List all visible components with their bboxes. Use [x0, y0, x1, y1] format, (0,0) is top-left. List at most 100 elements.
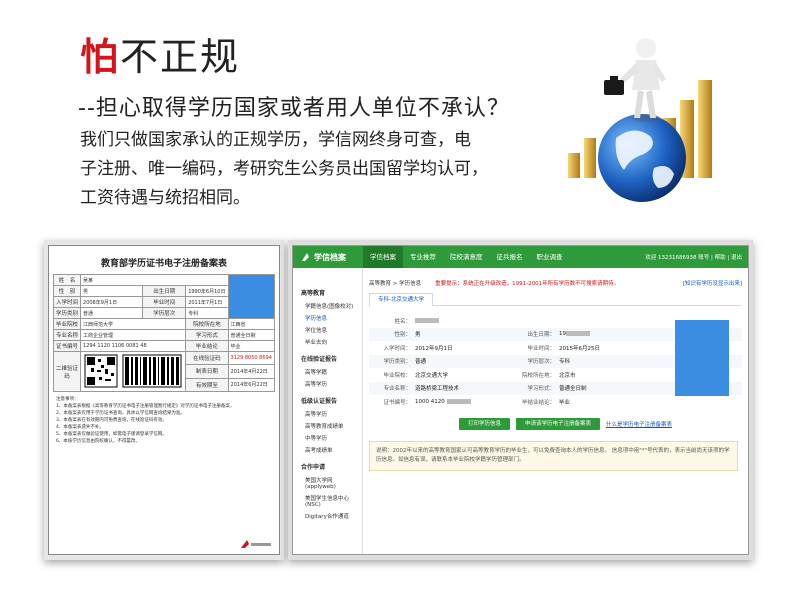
field-label: 入学时间： — [383, 345, 411, 352]
top-navbar: 学信档案 学信档案 专业推荐 院校满意度 征兵报名 职业调查 欢迎 132316… — [293, 246, 748, 268]
print-button[interactable]: 打印学历信息 — [459, 417, 511, 430]
cell-label: 入学时间 — [52, 296, 82, 308]
chsi-browser-window: 学信档案 学信档案 专业推荐 院校满意度 征兵报名 职业调查 欢迎 132316… — [292, 245, 749, 555]
cell-value: 1294 1120 1106 0081 48 — [80, 340, 187, 352]
note-line: 5、本备案表仅做验证使用，如需电子版请登录学信网。 — [56, 432, 167, 437]
field-value: 普通全日制 — [559, 386, 587, 393]
logo-text: 学信档案 — [314, 252, 346, 262]
site-logo[interactable]: 学信档案 — [293, 252, 363, 263]
tab-record[interactable]: 专科-北京交通大学 — [369, 293, 433, 306]
sidebar-item[interactable]: 毕业去向 — [301, 336, 362, 348]
cell-label: 毕业院校 — [52, 318, 82, 330]
sidebar-item[interactable]: 高等学历 — [301, 378, 362, 390]
qr-code-icon — [84, 354, 182, 387]
detail-row: 证书编号： 1000 4120 毕结业结论： 毕业 — [369, 395, 742, 409]
cell-value: 普通全日制 — [227, 329, 276, 341]
sidebar-item[interactable]: 美国学生信息中心 (NSC) — [301, 492, 362, 510]
action-bar: 打印学历信息 申请该学历电子注册备案表 什么是学历电子注册备案表 — [369, 417, 742, 430]
cell-value: 2008年9月1日 — [80, 296, 144, 308]
what-is-registration-link[interactable]: 什么是学历电子注册备案表 — [606, 420, 672, 428]
breadcrumb: 高等教育 > 学历信息 重要提示：系统正在升级改造，1991-2001年所有学历… — [369, 268, 742, 291]
certificate-table: 姓 名 吴某 性 别 男 出生日期 1990年6月10日 入学时间 2008年9… — [52, 274, 276, 393]
apply-registration-button[interactable]: 申请该学历电子注册备案表 — [516, 417, 601, 430]
cell-value: 2014年4月22日 — [227, 364, 276, 379]
cell-label: 毕业时间 — [142, 296, 187, 308]
field-label: 毕业院校： — [383, 372, 411, 379]
notice-link[interactable]: [知识有学历没显示出来] — [683, 279, 742, 287]
cell-value: 1990年6月10日 — [185, 285, 229, 297]
promo-page: 怕不正规 --担心取得学历国家或者用人单位不承认？ 我们只做国家承认的正规学历，… — [0, 0, 790, 594]
field-label: 姓名： — [394, 318, 411, 325]
cell-value: 江西省 — [227, 318, 276, 330]
body-line: 工资待遇与统招相同。 — [80, 188, 250, 208]
certificate-card: 教育部学历证书电子注册备案表 姓 名 吴某 性 别 男 出生日期 1990年6月… — [48, 245, 280, 555]
sidebar-item-active[interactable]: 学历信息 — [301, 312, 362, 324]
field-value: 北京市 — [559, 372, 576, 379]
cell-label: 有效期至 — [185, 377, 229, 393]
qr-codes — [80, 351, 187, 392]
redacted-value — [566, 331, 590, 337]
field-value: 19 — [559, 331, 629, 337]
cell-label: 在线验证码 — [185, 350, 229, 366]
sidebar: 高等教育 学籍信息(图像校对) 学历信息 学位信息 毕业去向 在线验证报告 高等… — [293, 268, 363, 554]
headline-rest: 不正规 — [120, 35, 241, 79]
xuexin-logo-icon — [241, 540, 271, 548]
sidebar-item[interactable]: Digitary合作通道 — [301, 510, 362, 522]
note-line: 4、本备案表遗失不补。 — [56, 425, 104, 430]
nav-item-archive[interactable]: 学信档案 — [363, 246, 403, 268]
table-row: 毕业院校 江西师范大学 院校所在地 江西省 — [52, 318, 276, 330]
redacted-value — [446, 398, 471, 404]
cell-label: 性 别 — [52, 285, 82, 297]
sidebar-item[interactable]: 高等教育成绩单 — [301, 420, 362, 432]
field-label: 学历类别： — [383, 359, 411, 366]
cell-label: 学历类别 — [52, 307, 82, 319]
nav-item-satisfaction[interactable]: 院校满意度 — [443, 246, 490, 268]
sidebar-item[interactable]: 高考成绩单 — [301, 444, 362, 456]
sidebar-section: 合作申请 — [301, 464, 326, 471]
field-value — [415, 317, 511, 324]
field-label: 专业名称： — [383, 386, 411, 393]
photo-placeholder — [227, 274, 276, 319]
field-value: 道路桥梁工程技术 — [415, 386, 460, 393]
subheadline: --担心取得学历国家或者用人单位不承认？ — [78, 96, 510, 121]
field-value: 男 — [415, 332, 421, 339]
important-notice: 重要提示：系统正在升级改造，1991-2001年所有学历数不可搜索请期待。 — [435, 281, 620, 287]
field-value: 1000 4120 — [415, 398, 511, 405]
field-value: 毕业 — [559, 399, 571, 406]
certificate-notes: 注意事项： 1、本备案表根据《高等教育学历证书电子注册管理暂行规定》对学历证书电… — [53, 392, 275, 449]
note-line: 1、本备案表根据《高等教育学历证书电子注册管理暂行规定》对学历证书电子注册备案， — [56, 404, 235, 409]
cell-value: 2011年7月1日 — [185, 296, 229, 308]
breadcrumb-path[interactable]: 高等教育 > 学历信息 — [369, 279, 421, 287]
sidebar-item[interactable]: 学籍信息(图像校对) — [301, 300, 362, 312]
field-value: 2012年9月1日 — [415, 345, 453, 352]
cell-label: 毕业结论 — [185, 340, 229, 352]
note-line: 6、本核学历信息由院校确认，不得篡改。 — [56, 439, 140, 444]
field-value: 2015年6月25日 — [559, 345, 600, 352]
cell-label: 专业名称 — [52, 329, 82, 341]
sidebar-section: 在线验证报告 — [301, 356, 338, 363]
user-menu[interactable]: 欢迎 13231686938 账号 | 帮助 | 退出 — [645, 253, 748, 261]
sidebar-item[interactable]: 中等学历 — [301, 432, 362, 444]
table-row: 二维验证码 在线验证码 3129 8050 8694 — [52, 350, 276, 392]
field-label: 学习形式： — [527, 386, 555, 393]
cell-value: 江西师范大学 — [80, 318, 187, 330]
record-detail: 姓名： 性别： 男 出生日期： 19 入学时间： 2012年9月1日 毕业时间：… — [369, 314, 742, 409]
field-label: 院校所在地： — [521, 372, 555, 379]
xuexin-logo-icon — [302, 253, 309, 261]
note-line: 2、本备案表仅用于学历证书查询，具体以学信网查询结果为准。 — [56, 411, 185, 416]
cell-value: 吴某 — [80, 274, 229, 286]
nav-item-survey[interactable]: 职业调查 — [530, 246, 570, 268]
table-row: 证书编号 1294 1120 1106 0081 48 毕业结论 毕业 — [52, 340, 276, 352]
nav-item-major[interactable]: 专业推荐 — [403, 246, 443, 268]
field-label: 毕业时间： — [527, 345, 555, 352]
sidebar-item[interactable]: 高等学历 — [301, 408, 362, 420]
sidebar-section: 低级认证报告 — [301, 398, 338, 405]
sidebar-item[interactable]: 高等学籍 — [301, 366, 362, 378]
explanation-note: 说明：2002年以来的高等教育国家认可高等教育学历的毕业生，可以免费查询本人的学… — [369, 440, 738, 471]
cell-label: 制表日期 — [185, 364, 229, 379]
sidebar-item[interactable]: 学位信息 — [301, 324, 362, 336]
notes-title: 注意事项： — [56, 397, 79, 402]
sidebar-item[interactable]: 美国大学网 (applyweb) — [301, 474, 362, 492]
field-value: 北京交通大学 — [415, 372, 449, 379]
nav-item-enlist[interactable]: 征兵报名 — [490, 246, 530, 268]
